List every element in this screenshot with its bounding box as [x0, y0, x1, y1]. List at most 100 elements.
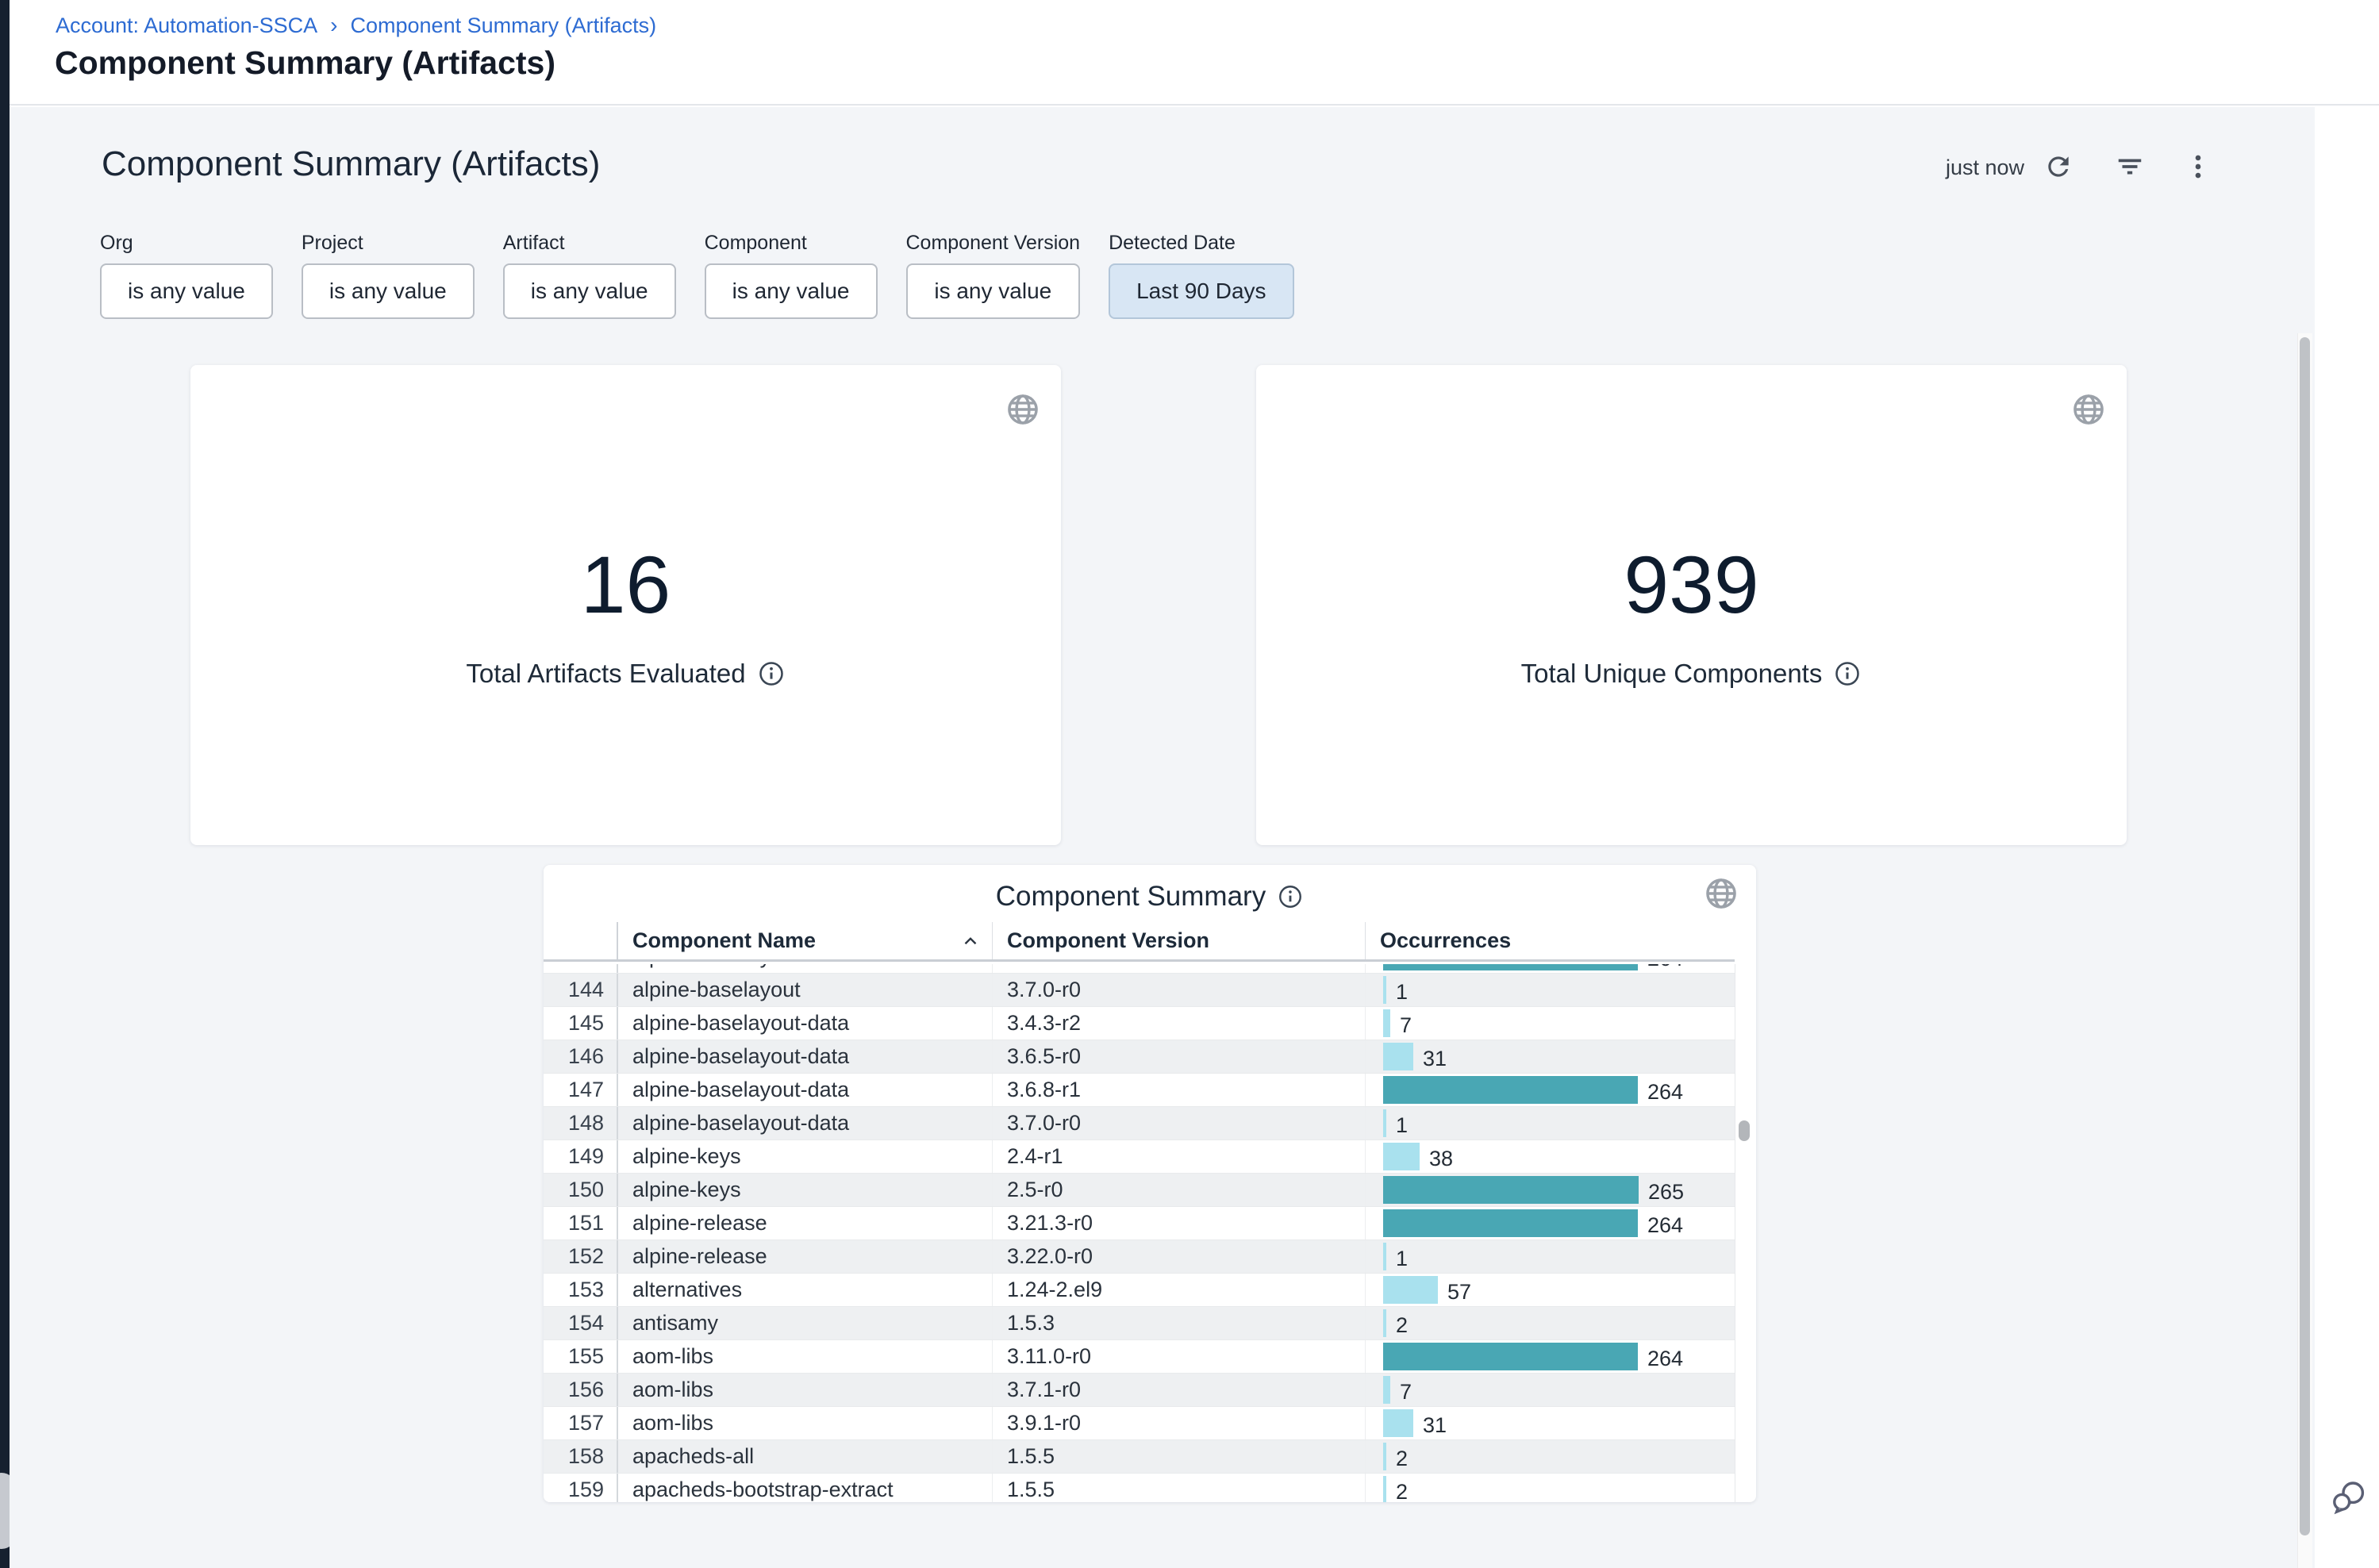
component-version-cell[interactable]: 1.5.5: [992, 1474, 1365, 1502]
column-header-component-name[interactable]: Component Name: [617, 922, 992, 959]
component-name-cell[interactable]: apacheds-all: [617, 1440, 992, 1473]
component-name-cell[interactable]: alpine-baselayout-data: [617, 1074, 992, 1106]
breadcrumb-link-account[interactable]: Account: Automation-SSCA: [56, 13, 317, 38]
table-row[interactable]: 156aom-libs3.7.1-r07: [544, 1374, 1735, 1407]
table-row[interactable]: 148alpine-baselayout-data3.7.0-r01: [544, 1107, 1735, 1140]
table-row[interactable]: 147alpine-baselayout-data3.6.8-r1264: [544, 1074, 1735, 1107]
filter-label: Project: [302, 232, 475, 256]
occurrences-cell[interactable]: 264: [1365, 964, 1735, 973]
occurrences-cell[interactable]: 1: [1365, 1240, 1735, 1273]
component-name-cell[interactable]: alpine-release: [617, 1240, 992, 1273]
component-name-cell[interactable]: alpine-keys: [617, 1140, 992, 1173]
component-version-cell[interactable]: 2.4-r1: [992, 1140, 1365, 1173]
table-row[interactable]: 146alpine-baselayout-data3.6.5-r031: [544, 1040, 1735, 1074]
component-name-cell[interactable]: alpine-baselayout-data: [617, 1040, 992, 1073]
table-row[interactable]: 152alpine-release3.22.0-r01: [544, 1240, 1735, 1274]
sort-ascending-icon[interactable]: [960, 931, 981, 951]
filter-value-button-artifact[interactable]: is any value: [503, 263, 676, 319]
component-version-cell[interactable]: 3.11.0-r0: [992, 1340, 1365, 1373]
occurrences-cell[interactable]: 2: [1365, 1307, 1735, 1339]
table-row[interactable]: 154antisamy1.5.32: [544, 1307, 1735, 1340]
occurrences-cell[interactable]: 57: [1365, 1274, 1735, 1306]
refresh-button[interactable]: [2041, 149, 2076, 184]
component-version-cell[interactable]: 3.6.5-r0: [992, 1040, 1365, 1073]
occurrences-cell[interactable]: 31: [1365, 1040, 1735, 1073]
occurrences-cell[interactable]: 265: [1365, 1174, 1735, 1206]
component-version-cell[interactable]: 1.24-2.el9: [992, 1274, 1365, 1306]
chat-button[interactable]: [2330, 1478, 2368, 1516]
component-name-cell[interactable]: aom-libs: [617, 1407, 992, 1439]
component-version-cell[interactable]: 3.6.8-r1: [992, 964, 1365, 973]
table-row[interactable]: 143alpine-baselayout3.6.8-r1264: [544, 964, 1735, 974]
occurrence-value: 2: [1396, 1480, 1408, 1502]
occurrences-cell[interactable]: 7: [1365, 1007, 1735, 1040]
column-header-component-version[interactable]: Component Version: [992, 922, 1365, 959]
table-row[interactable]: 155aom-libs3.11.0-r0264: [544, 1340, 1735, 1374]
component-name-cell[interactable]: apacheds-bootstrap-extract: [617, 1474, 992, 1502]
info-icon[interactable]: [1277, 883, 1304, 910]
component-name-cell[interactable]: alpine-baselayout-data: [617, 1107, 992, 1139]
filter-value-button-detected-date[interactable]: Last 90 Days: [1109, 263, 1293, 319]
component-version-cell[interactable]: 2.5-r0: [992, 1174, 1365, 1206]
component-name-cell[interactable]: alpine-release: [617, 1207, 992, 1239]
filter-value-button-project[interactable]: is any value: [302, 263, 475, 319]
dashboard-filters-button[interactable]: [2112, 149, 2147, 184]
table-row[interactable]: 153alternatives1.24-2.el957: [544, 1274, 1735, 1307]
table-row[interactable]: 145alpine-baselayout-data3.4.3-r27: [544, 1007, 1735, 1040]
component-name-cell[interactable]: alpine-baselayout: [617, 964, 992, 973]
occurrences-cell[interactable]: 2: [1365, 1474, 1735, 1502]
component-version-cell[interactable]: 3.7.1-r0: [992, 1374, 1365, 1406]
component-name-cell[interactable]: alpine-baselayout: [617, 974, 992, 1006]
component-version-cell[interactable]: 3.21.3-r0: [992, 1207, 1365, 1239]
row-index: 156: [544, 1374, 617, 1406]
occurrences-cell[interactable]: 264: [1365, 1207, 1735, 1239]
component-name-cell[interactable]: alpine-baselayout-data: [617, 1007, 992, 1040]
info-icon[interactable]: [757, 659, 786, 688]
occurrence-bar: [1383, 976, 1386, 1004]
table-row[interactable]: 159apacheds-bootstrap-extract1.5.52: [544, 1474, 1735, 1502]
occurrences-cell[interactable]: 7: [1365, 1374, 1735, 1406]
component-name-cell[interactable]: aom-libs: [617, 1374, 992, 1406]
occurrence-value: 265: [1648, 1180, 1684, 1205]
component-version-cell[interactable]: 3.7.0-r0: [992, 974, 1365, 1006]
component-version-cell[interactable]: 3.7.0-r0: [992, 1107, 1365, 1139]
component-version-cell[interactable]: 3.22.0-r0: [992, 1240, 1365, 1273]
occurrences-cell[interactable]: 264: [1365, 1074, 1735, 1106]
page-scrollbar-thumb[interactable]: [2300, 337, 2310, 1535]
table-row[interactable]: 151alpine-release3.21.3-r0264: [544, 1207, 1735, 1240]
component-version-cell[interactable]: 3.9.1-r0: [992, 1407, 1365, 1439]
table-row[interactable]: 144alpine-baselayout3.7.0-r01: [544, 974, 1735, 1007]
table-row[interactable]: 158apacheds-all1.5.52: [544, 1440, 1735, 1474]
occurrences-cell[interactable]: 264: [1365, 1340, 1735, 1373]
component-name-cell[interactable]: aom-libs: [617, 1340, 992, 1373]
occurrence-value: 1: [1396, 1113, 1408, 1138]
breadcrumb-link-current[interactable]: Component Summary (Artifacts): [351, 13, 657, 38]
info-icon[interactable]: [1833, 659, 1862, 688]
component-version-cell[interactable]: 1.5.3: [992, 1307, 1365, 1339]
dashboard-more-options-button[interactable]: [2181, 149, 2216, 184]
filter-value-button-component[interactable]: is any value: [705, 263, 878, 319]
component-version-cell[interactable]: 3.6.8-r1: [992, 1074, 1365, 1106]
component-name-cell[interactable]: alpine-keys: [617, 1174, 992, 1206]
table-scrollbar-thumb[interactable]: [1739, 1120, 1750, 1141]
component-version-cell[interactable]: 1.5.5: [992, 1440, 1365, 1473]
filter-value-button-component-version[interactable]: is any value: [906, 263, 1081, 319]
table-row[interactable]: 150alpine-keys2.5-r0265: [544, 1174, 1735, 1207]
component-name-cell[interactable]: alternatives: [617, 1274, 992, 1306]
table-body[interactable]: 143alpine-baselayout3.6.8-r1264144alpine…: [544, 964, 1756, 1502]
column-header-occurrences[interactable]: Occurrences: [1365, 922, 1735, 959]
component-name-cell[interactable]: antisamy: [617, 1307, 992, 1339]
occurrences-cell[interactable]: 1: [1365, 974, 1735, 1006]
occurrences-cell[interactable]: 2: [1365, 1440, 1735, 1473]
component-version-cell[interactable]: 3.4.3-r2: [992, 1007, 1365, 1040]
table-row[interactable]: 149alpine-keys2.4-r138: [544, 1140, 1735, 1174]
collapsed-nav-strip[interactable]: [0, 0, 10, 1568]
occurrence-bar: [1383, 1309, 1386, 1337]
occurrences-cell[interactable]: 1: [1365, 1107, 1735, 1139]
breadcrumb-separator-icon: ›: [330, 13, 337, 38]
filter-value-button-org[interactable]: is any value: [100, 263, 273, 319]
filter-group-detected-date: Detected DateLast 90 Days: [1109, 232, 1293, 319]
table-row[interactable]: 157aom-libs3.9.1-r031: [544, 1407, 1735, 1440]
occurrences-cell[interactable]: 38: [1365, 1140, 1735, 1173]
occurrences-cell[interactable]: 31: [1365, 1407, 1735, 1439]
